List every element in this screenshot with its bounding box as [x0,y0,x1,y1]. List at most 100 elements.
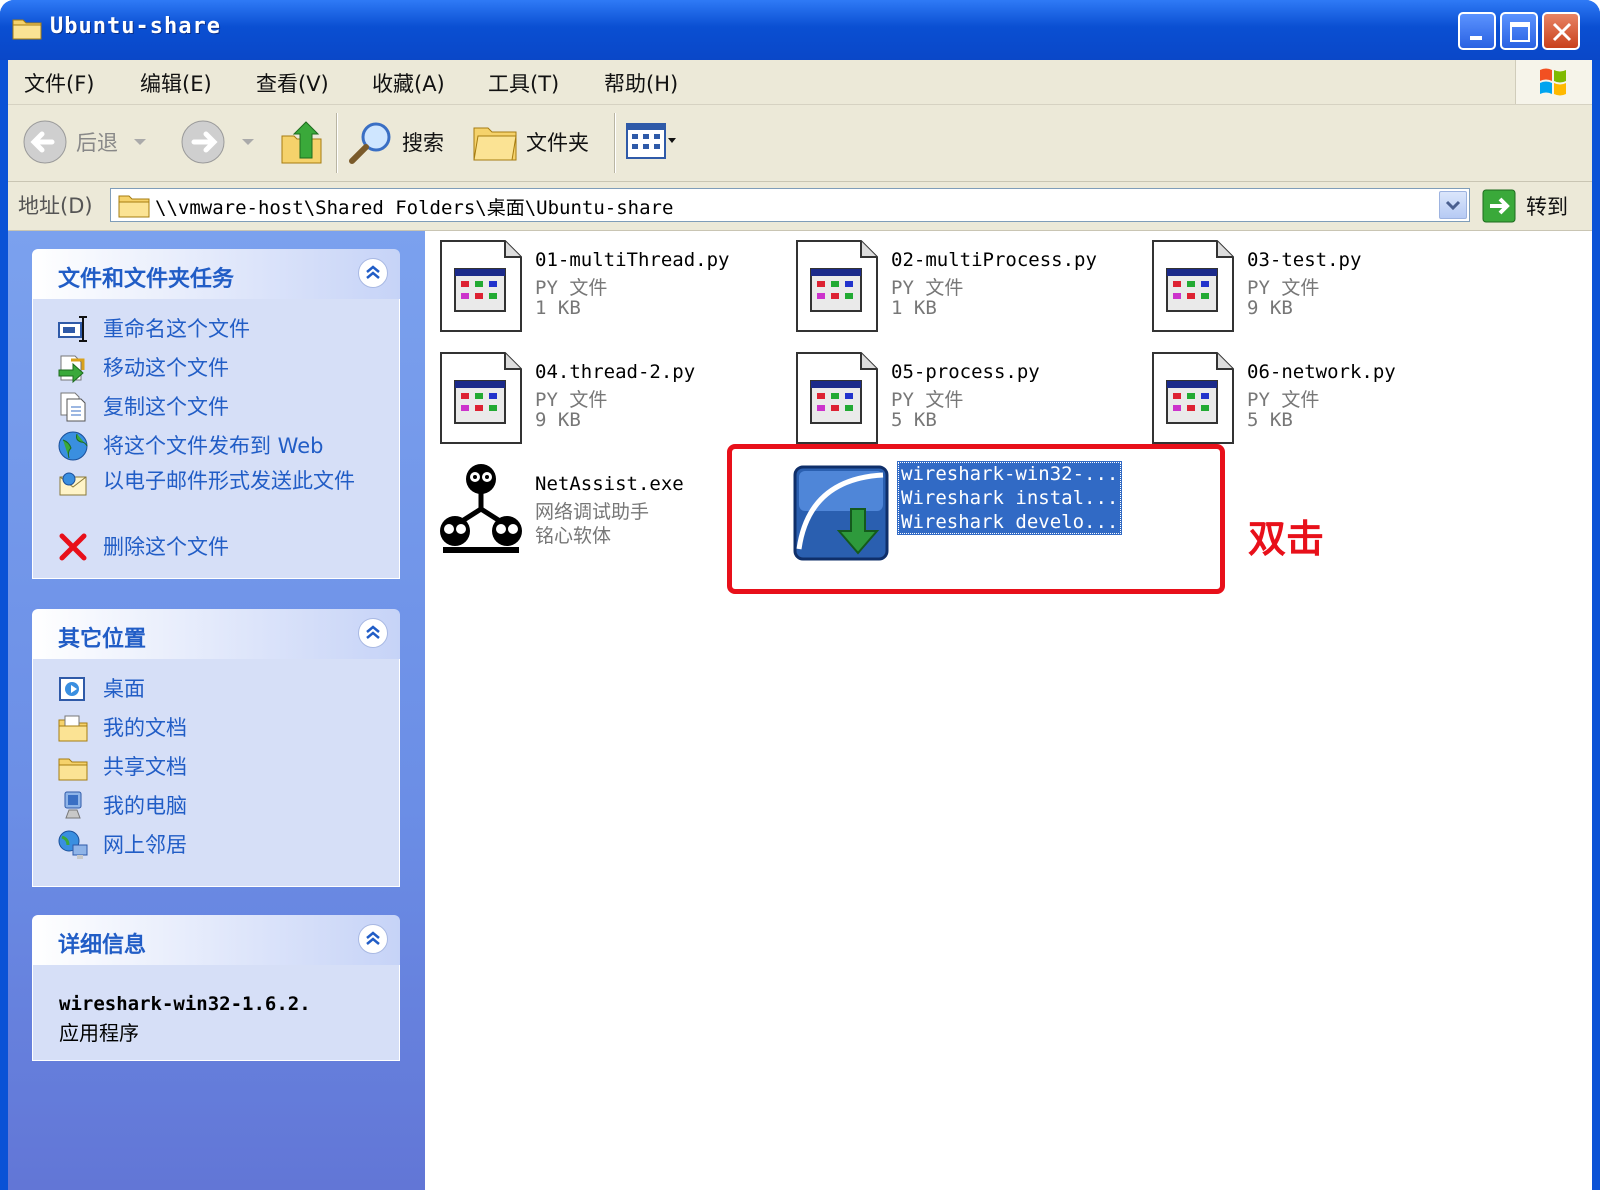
close-icon [1552,22,1572,42]
maximize-button[interactable] [1500,12,1538,50]
up-folder-icon [281,121,322,164]
window-title: Ubuntu-share [50,14,221,39]
file-type: PY 文件 [535,277,608,299]
python-file-icon [1152,240,1234,332]
place-desktop[interactable]: 桌面 [57,673,145,705]
go-button[interactable]: 转到 [1482,188,1568,224]
file-description: 网络调试助手 [535,501,650,523]
folders-icon [473,127,517,161]
place-my-computer[interactable]: 我的电脑 [57,790,187,822]
collapse-button[interactable] [358,618,388,648]
file-item[interactable]: 02-multiProcess.py PY 文件 1 KB [791,237,1131,337]
task-copy[interactable]: 复制这个文件 [57,391,229,423]
details-panel: 详细信息 wireshark-win32-1.6.2. 应用程序 [32,915,400,1061]
panel-title: 其它位置 [58,627,147,652]
file-item[interactable]: 06-network.py PY 文件 5 KB [1147,349,1487,449]
address-dropdown-button[interactable] [1439,191,1467,219]
file-name: NetAssist.exe [535,473,684,495]
netassist-icon [440,464,522,553]
minimize-icon [1470,36,1482,40]
place-shared-documents[interactable]: 共享文档 [57,751,187,783]
file-type: PY 文件 [1247,389,1320,411]
collapse-button[interactable] [358,258,388,288]
file-item[interactable]: 05-process.py PY 文件 5 KB [791,349,1131,449]
file-size: 1 KB [535,297,581,319]
place-network[interactable]: 网上邻居 [57,829,187,861]
folders-button[interactable]: 文件夹 [472,117,589,167]
close-button[interactable] [1542,12,1580,50]
go-arrow-icon [1482,189,1516,223]
chevron-down-icon [242,139,254,145]
my-documents-icon [58,715,88,742]
file-name: 03-test.py [1247,249,1362,271]
task-email[interactable]: 以电子邮件形式发送此文件 [57,469,357,501]
file-item[interactable]: NetAssist.exe 网络调试助手 铭心软体 [435,461,775,561]
title-bar[interactable]: Ubuntu-share [0,0,1600,60]
address-path: \\vmware-host\Shared Folders\桌面\Ubuntu-s… [155,197,674,219]
shared-folder-icon [58,758,88,781]
search-label: 搜索 [402,131,444,155]
file-size: 1 KB [891,297,937,319]
python-file-icon [796,352,878,444]
folder-icon [118,195,150,218]
collapse-button[interactable] [358,924,388,954]
annotation-highlight-box [727,444,1225,594]
file-size: 5 KB [891,409,937,431]
file-tasks-body: 重命名这个文件 移动这个文件 复制这个文件 将这个文件发布到 Web 以电子邮件… [32,299,400,579]
file-type: PY 文件 [535,389,608,411]
file-type: PY 文件 [891,277,964,299]
file-item[interactable]: 01-multiThread.py PY 文件 1 KB [435,237,775,337]
task-move[interactable]: 移动这个文件 [57,352,229,384]
other-places-panel: 其它位置 桌面 我的文档 共享文档 我的电脑 网上邻居 [32,609,400,887]
move-icon [58,355,85,384]
file-tasks-panel: 文件和文件夹任务 重命名这个文件 移动这个文件 复制这个文件 将这个文件发布到 … [32,249,400,579]
address-input[interactable]: \\vmware-host\Shared Folders\桌面\Ubuntu-s… [110,188,1470,222]
file-item[interactable]: 04.thread-2.py PY 文件 9 KB [435,349,775,449]
other-places-header[interactable]: 其它位置 [32,609,400,659]
task-pane: 文件和文件夹任务 重命名这个文件 移动这个文件 复制这个文件 将这个文件发布到 … [8,231,425,1190]
menu-help[interactable]: 帮助(H) [604,68,678,98]
details-file-type: 应用程序 [59,1021,139,1045]
file-item[interactable]: 03-test.py PY 文件 9 KB [1147,237,1487,337]
menu-tools[interactable]: 工具(T) [488,68,559,98]
menu-view[interactable]: 查看(V) [256,68,329,98]
my-computer-icon [64,791,82,819]
go-label: 转到 [1526,195,1568,219]
views-icon [626,123,676,159]
menu-edit[interactable]: 编辑(E) [140,68,212,98]
folder-icon [12,19,42,40]
forward-button[interactable] [180,117,258,167]
file-list-view[interactable]: 01-multiThread.py PY 文件 1 KB 02-multiPro… [425,231,1592,1190]
menu-bar: 文件(F) 编辑(E) 查看(V) 收藏(A) 工具(T) 帮助(H) [8,60,1592,105]
place-my-documents[interactable]: 我的文档 [57,712,187,744]
file-name: 04.thread-2.py [535,361,696,383]
maximize-icon [1510,22,1530,42]
file-company: 铭心软体 [535,525,612,547]
file-type: PY 文件 [1247,277,1320,299]
task-rename[interactable]: 重命名这个文件 [57,313,250,345]
file-type: PY 文件 [891,389,964,411]
menu-favorites[interactable]: 收藏(A) [372,68,445,98]
folders-label: 文件夹 [526,131,589,155]
file-tasks-header[interactable]: 文件和文件夹任务 [32,249,400,299]
task-publish-web[interactable]: 将这个文件发布到 Web [57,430,323,462]
search-button[interactable]: 搜索 [348,117,444,167]
windows-logo-icon [1515,60,1592,104]
rename-icon [58,316,87,342]
back-arrow-icon [23,120,67,164]
back-button[interactable]: 后退 [22,117,150,167]
python-file-icon [796,240,878,332]
desktop-icon [59,677,85,701]
menu-file[interactable]: 文件(F) [24,68,94,98]
file-name: 05-process.py [891,361,1040,383]
task-delete[interactable]: 删除这个文件 [57,531,229,563]
toolbar-separator [614,113,616,173]
views-button[interactable] [626,117,676,167]
file-size: 9 KB [1247,297,1293,319]
up-folder-button[interactable] [280,117,324,167]
other-places-body: 桌面 我的文档 共享文档 我的电脑 网上邻居 [32,659,400,887]
minimize-button[interactable] [1458,12,1496,50]
details-header[interactable]: 详细信息 [32,915,400,965]
panel-title: 文件和文件夹任务 [58,267,235,292]
toolbar: 后退 搜索 文件夹 [8,105,1592,182]
